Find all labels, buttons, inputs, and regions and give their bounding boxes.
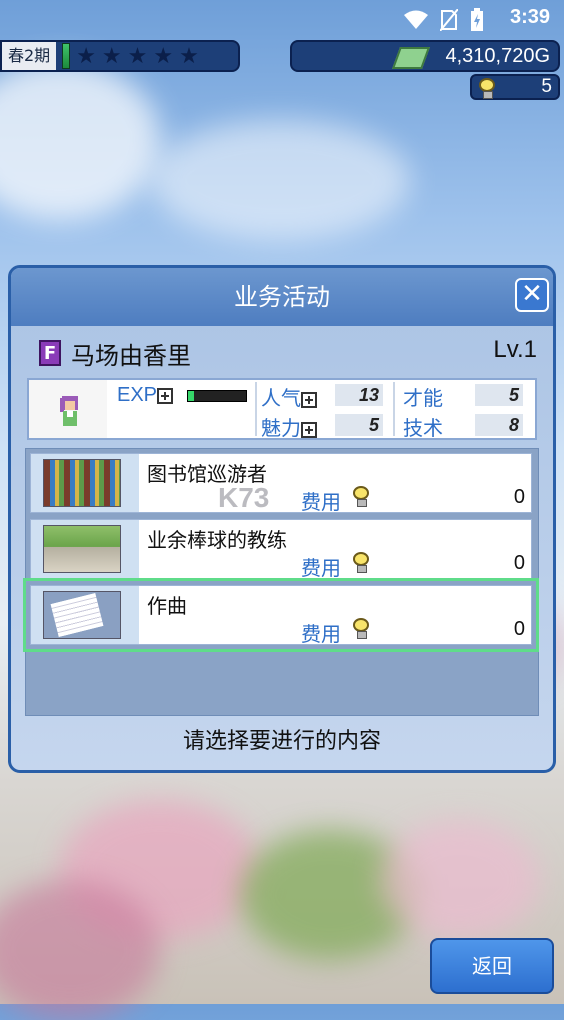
activity-cost: 0 xyxy=(513,618,525,640)
divider xyxy=(393,382,395,436)
activity-name: 作曲 xyxy=(147,594,187,618)
cost-label: 费用 xyxy=(301,556,341,580)
activity-item-baseball-coach[interactable]: 业余棒球的教练 费用 0 xyxy=(30,519,532,580)
character-name: 马场由香里 xyxy=(71,342,191,370)
money-hud: 4,310,720G xyxy=(290,40,560,72)
character-level: Lv.1 xyxy=(493,336,537,363)
lightbulb-icon xyxy=(352,486,370,507)
back-button[interactable]: 返回 xyxy=(430,938,554,994)
close-button[interactable]: ✕ xyxy=(515,278,549,312)
activity-thumbnail xyxy=(31,586,139,644)
portrait-frame xyxy=(29,380,107,438)
cost-label: 费用 xyxy=(301,490,341,514)
exp-bar xyxy=(187,390,247,402)
wifi-icon xyxy=(404,10,428,29)
rating-stars: ★ ★ ★ ★ ★ xyxy=(76,44,199,69)
season-gauge xyxy=(62,43,71,69)
character-header: F 马场由香里 Lv.1 xyxy=(27,336,537,372)
cash-icon xyxy=(391,47,431,69)
exp-plus-icon[interactable] xyxy=(157,387,174,404)
activity-item-library[interactable]: 图书馆巡游者 费用 0 xyxy=(30,453,532,514)
divider xyxy=(255,382,257,436)
technique-value: 8 xyxy=(475,414,523,436)
season-label: 春2期 xyxy=(2,42,57,70)
activity-thumbnail xyxy=(31,454,139,512)
dialog-title: 业务活动 xyxy=(234,283,330,311)
activity-list: 图书馆巡游者 费用 0 业余棒球的教练 费用 0 作曲 费用 0 xyxy=(23,448,539,716)
activity-item-compose[interactable]: 作曲 费用 0 xyxy=(23,578,539,652)
bookshelf-image xyxy=(43,459,121,507)
no-sim-icon xyxy=(440,9,458,31)
activity-cost: 0 xyxy=(513,486,525,508)
character-stats-panel: EXP 人气 13 魅力 5 才能 5 技术 8 xyxy=(27,378,537,440)
cost-label: 费用 xyxy=(301,622,341,646)
watermark: K73 xyxy=(218,482,270,513)
close-icon: ✕ xyxy=(521,279,543,309)
clock: 3:39 xyxy=(509,6,550,28)
popularity-label: 人气 xyxy=(261,382,317,411)
exp-label: EXP xyxy=(117,384,174,407)
season-hud: 春2期 ★ ★ ★ ★ ★ xyxy=(0,40,240,72)
star-icon: ★ xyxy=(153,43,174,69)
talent-label: 才能 xyxy=(403,386,443,410)
idea-points-hud: 5 xyxy=(470,74,560,100)
rank-badge: F xyxy=(39,340,61,366)
activity-name: 业余棒球的教练 xyxy=(147,528,287,552)
sheet-music-image xyxy=(43,591,121,639)
star-icon: ★ xyxy=(76,43,96,69)
star-icon: ★ xyxy=(101,43,122,69)
money-amount: 4,310,720G xyxy=(445,44,550,67)
baseball-field-image xyxy=(43,525,121,573)
battery-charging-icon xyxy=(471,8,483,31)
technique-label: 技术 xyxy=(403,416,443,440)
business-activity-dialog: 业务活动 ✕ F 马场由香里 Lv.1 EXP 人气 13 魅力 5 才能 5 … xyxy=(8,265,556,773)
popularity-value: 13 xyxy=(335,384,383,406)
lightbulb-icon xyxy=(352,618,370,639)
dialog-title-bar: 业务活动 ✕ xyxy=(11,268,553,326)
lightbulb-icon xyxy=(478,78,496,99)
popularity-plus-icon[interactable] xyxy=(301,391,317,408)
charm-value: 5 xyxy=(335,414,383,436)
lightbulb-icon xyxy=(352,552,370,573)
charm-label: 魅力 xyxy=(261,412,317,441)
idea-points-value: 5 xyxy=(541,76,552,97)
star-icon: ★ xyxy=(127,43,148,69)
instruction-text: 请选择要进行的内容 xyxy=(182,729,381,754)
status-icons xyxy=(404,8,484,32)
star-icon: ★ xyxy=(179,43,199,69)
talent-value: 5 xyxy=(475,384,523,406)
character-portrait xyxy=(60,396,78,426)
charm-plus-icon[interactable] xyxy=(301,421,317,438)
status-bar: 3:39 xyxy=(0,0,564,38)
activity-thumbnail xyxy=(31,520,139,578)
exp-bar-fill xyxy=(188,391,194,401)
activity-cost: 0 xyxy=(513,552,525,574)
